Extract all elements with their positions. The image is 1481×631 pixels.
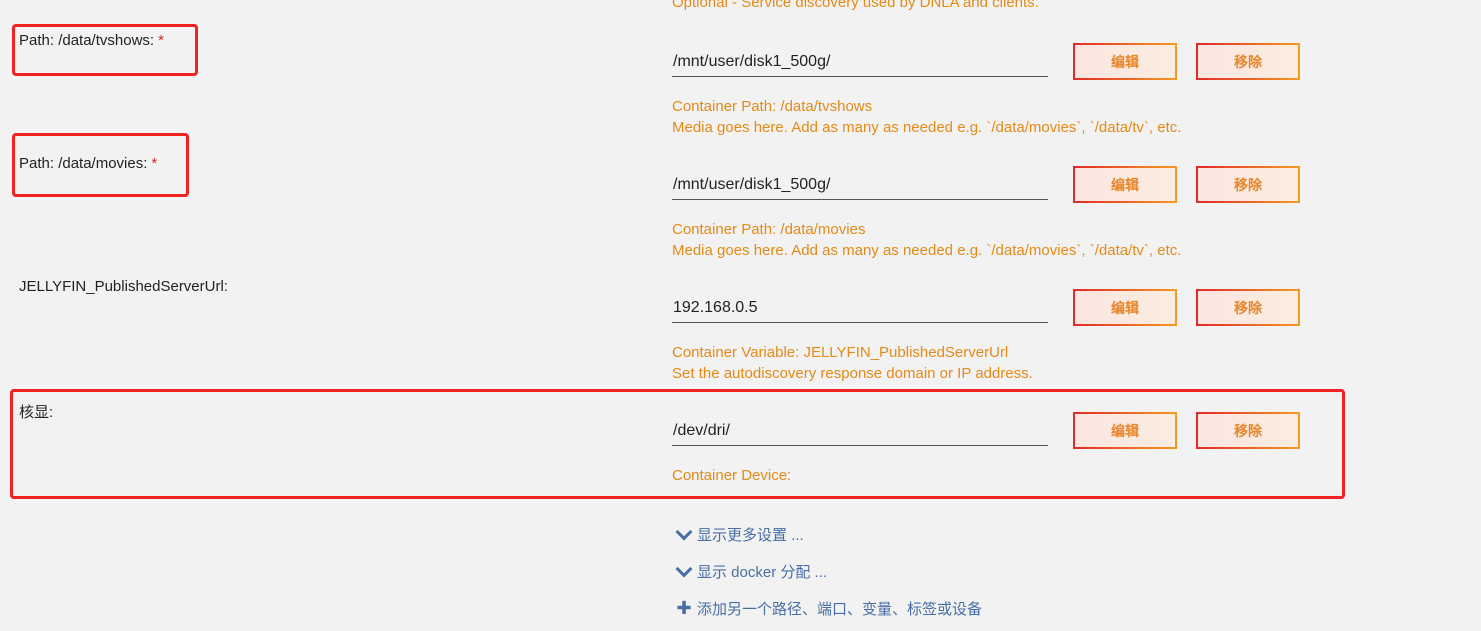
highlight-box-tvshows: [12, 24, 198, 76]
path-input-movies[interactable]: [672, 171, 1048, 200]
variable-input-server-url[interactable]: [672, 294, 1048, 323]
show-more-settings-label: 显示更多设置 ...: [697, 527, 804, 544]
field-label: JELLYFIN_PublishedServerUrl:: [19, 278, 228, 295]
highlight-box-gpu-device: [10, 389, 1345, 499]
field-label-text: JELLYFIN_PublishedServerUrl:: [19, 278, 228, 295]
edit-button[interactable]: 编辑: [1073, 43, 1177, 80]
add-another-item-link[interactable]: ✚ 添加另一个路径、端口、变量、标签或设备: [676, 598, 982, 619]
show-docker-allocation-link[interactable]: 显示 docker 分配 ...: [675, 560, 828, 582]
chevron-down-icon: [675, 523, 693, 540]
edit-button[interactable]: 编辑: [1073, 289, 1177, 326]
config-row-tvshows: Path: /data/tvshows:* 编辑 移除 Container Pa…: [0, 0, 1481, 136]
help-line-1: Container Variable: JELLYFIN_PublishedSe…: [672, 344, 1009, 361]
highlight-box-movies: [12, 133, 189, 197]
help-line-1: Container Path: /data/movies: [672, 221, 866, 238]
path-input-tvshows[interactable]: [672, 48, 1048, 77]
help-line-1: Container Path: /data/tvshows: [672, 98, 873, 115]
config-row-published-server-url: JELLYFIN_PublishedServerUrl: 编辑 移除 Conta…: [0, 246, 1481, 382]
show-more-settings-link[interactable]: 显示更多设置 ...: [675, 523, 804, 545]
edit-button[interactable]: 编辑: [1073, 166, 1177, 203]
remove-button[interactable]: 移除: [1196, 289, 1300, 326]
remove-button[interactable]: 移除: [1196, 166, 1300, 203]
plus-icon: ✚: [676, 598, 692, 618]
show-docker-allocation-label: 显示 docker 分配 ...: [697, 564, 828, 581]
remove-button[interactable]: 移除: [1196, 43, 1300, 80]
chevron-down-icon: [675, 560, 693, 577]
add-another-item-label: 添加另一个路径、端口、变量、标签或设备: [697, 601, 983, 618]
config-row-movies: Path: /data/movies:* 编辑 移除 Container Pat…: [0, 123, 1481, 259]
